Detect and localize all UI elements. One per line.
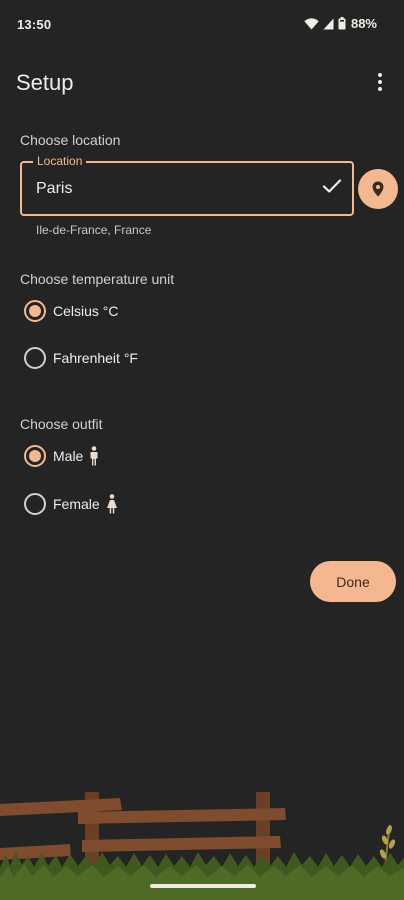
location-pin-icon <box>372 181 384 197</box>
radio-fahrenheit[interactable]: Fahrenheit °F <box>24 343 138 373</box>
fence-grass-illustration <box>0 792 404 900</box>
overflow-menu-button[interactable] <box>364 64 396 100</box>
wifi-icon <box>304 17 319 29</box>
radio-label-fahrenheit: Fahrenheit °F <box>53 350 138 366</box>
cell-signal-icon <box>323 18 334 29</box>
location-section-label: Choose location <box>20 132 121 148</box>
status-time: 13:50 <box>17 17 52 32</box>
done-button[interactable]: Done <box>310 561 396 602</box>
location-field-label: Location <box>33 154 87 168</box>
location-field[interactable]: Location <box>20 154 354 216</box>
radio-male[interactable]: Male <box>24 441 99 471</box>
male-icon <box>90 446 98 466</box>
temperature-section-label: Choose temperature unit <box>20 271 175 287</box>
page-title: Setup <box>16 70 74 95</box>
radio-label-female: Female <box>53 496 100 512</box>
gesture-nav-handle[interactable] <box>150 884 256 888</box>
radio-button-female[interactable] <box>24 493 46 515</box>
radio-female[interactable]: Female <box>24 489 118 519</box>
use-current-location-button[interactable] <box>358 169 398 209</box>
status-bar: 13:50 88% <box>0 0 404 48</box>
radio-label-male: Male <box>53 448 84 464</box>
radio-celsius[interactable]: Celsius °C <box>24 296 119 326</box>
radio-button-male[interactable] <box>24 445 46 467</box>
battery-percentage: 88% <box>350 16 377 31</box>
setup-screen: 13:50 88% Setup Choose location Location… <box>0 0 404 900</box>
location-region-text: Ile-de-France, France <box>36 223 152 237</box>
radio-button-celsius[interactable] <box>24 300 46 322</box>
battery-icon <box>338 17 346 30</box>
top-app-bar: Setup <box>0 56 404 112</box>
radio-label-celsius: Celsius °C <box>53 303 119 319</box>
radio-button-fahrenheit[interactable] <box>24 347 46 369</box>
status-icons: 88% <box>304 16 377 31</box>
location-input[interactable] <box>36 177 296 201</box>
outfit-section-label: Choose outfit <box>20 416 103 432</box>
check-icon <box>322 179 342 193</box>
more-vert-icon <box>378 73 382 91</box>
female-icon <box>106 494 117 514</box>
